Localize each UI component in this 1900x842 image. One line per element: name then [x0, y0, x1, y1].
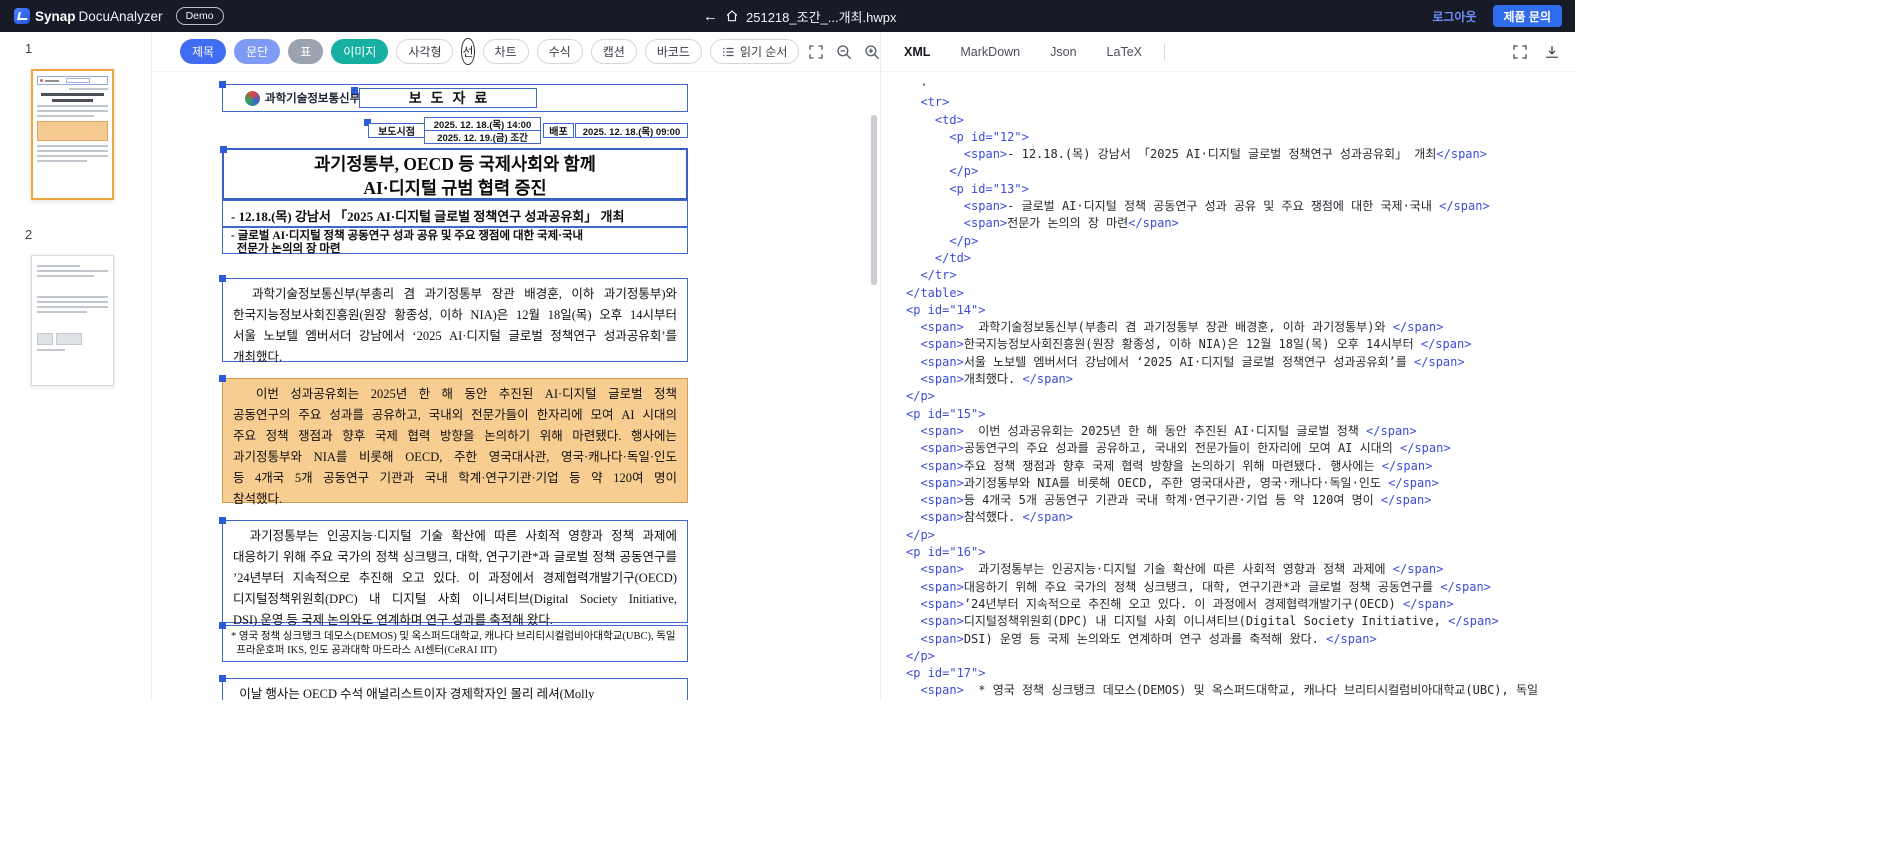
document-viewer: 과학기술정보통신부 보도자료 보도시점 2025. 12. 18.(목) 14:… [152, 72, 880, 700]
page-thumbnail-2[interactable] [31, 255, 114, 386]
output-tabbar: XML MarkDown Json LaTeX [881, 32, 1575, 72]
region-marker-icon [219, 675, 226, 682]
tag-button-reading-order[interactable]: 읽기 순서 [710, 39, 800, 64]
zoom-in-icon[interactable] [863, 43, 881, 61]
fullscreen-icon[interactable] [807, 43, 825, 61]
tag-button-caption[interactable]: 캡션 [591, 39, 637, 64]
highlighted-paragraph[interactable]: 이번 성과공유회는 2025년 한 해 동안 추진된 AI·디지털 글로벌 정책… [222, 378, 688, 503]
ministry-name: 과학기술정보통신부 [245, 90, 360, 106]
tag-button-image[interactable]: 이미지 [331, 39, 388, 64]
tab-xml[interactable]: XML [904, 45, 930, 59]
tab-divider [1164, 43, 1165, 61]
tab-markdown[interactable]: MarkDown [960, 45, 1020, 59]
document-panel: 제목 문단 표 이미지 사각형 선 차트 수식 캡션 바코드 읽기 순서 [152, 32, 880, 700]
tag-button-line[interactable]: 선 [461, 38, 474, 65]
download-icon[interactable] [1543, 43, 1561, 61]
paragraph-3[interactable]: 과기정통부는 인공지능·디지털 기술 확산에 따른 사회적 영향과 정책 과제에… [222, 520, 688, 623]
page-number: 1 [0, 41, 151, 56]
press-header-box[interactable]: 과학기술정보통신부 보도자료 [222, 84, 688, 112]
brand[interactable]: Synap DocuAnalyzer Demo [0, 7, 224, 25]
page-sidebar: 1 [0, 32, 152, 700]
output-controls [1511, 43, 1561, 61]
mini-logo-dot [40, 79, 43, 82]
tag-button-chart[interactable]: 차트 [483, 39, 529, 64]
page-item-2: 2 [0, 227, 151, 386]
bullet-1[interactable]: - 12.18.(목) 강남서 「2025 AI·디지털 글로벌 정책연구 성과… [222, 200, 688, 227]
footnote[interactable]: * 영국 정책 싱크탱크 데모스(DEMOS) 및 옥스퍼드대학교, 캐나다 브… [222, 625, 688, 662]
back-arrow-icon[interactable]: ← [703, 9, 718, 24]
app-window: Synap DocuAnalyzer Demo ← 251218_조간_...개… [0, 0, 1575, 700]
home-icon[interactable] [725, 9, 739, 23]
file-info: ← 251218_조간_...개최.hwpx [703, 0, 896, 32]
press-release-title-box[interactable]: 보도자료 [359, 88, 537, 108]
topbar: Synap DocuAnalyzer Demo ← 251218_조간_...개… [0, 0, 1575, 32]
tab-json[interactable]: Json [1050, 45, 1076, 59]
reading-order-label: 읽기 순서 [740, 43, 788, 60]
document-title: 과기정통부, OECD 등 국제사회와 함께AI·디지털 규범 협력 증진 [224, 152, 686, 200]
tag-button-title[interactable]: 제목 [180, 39, 226, 64]
zoom-out-icon[interactable] [835, 43, 853, 61]
thumbnail-mini-header [37, 76, 108, 85]
region-marker-icon [219, 622, 226, 629]
paragraph-1[interactable]: 과학기술정보통신부(부총리 겸 과기정통부 장관 배경훈, 이하 과기정통부)와… [222, 278, 688, 362]
tag-button-paragraph[interactable]: 문단 [234, 39, 280, 64]
tag-button-formula[interactable]: 수식 [537, 39, 583, 64]
main-area: 1 [0, 32, 1575, 700]
paragraph-4[interactable]: 이날 행사는 OECD 수석 애널리스트이자 경제학자인 몰리 레셔(Molly [222, 678, 688, 700]
xml-code[interactable]: · <tr> <td> <p id="12"> <span>- 12.18.(목… [881, 72, 1575, 700]
tag-button-rectangle[interactable]: 사각형 [396, 39, 453, 64]
topbar-right: 로그아웃 제품 문의 [1432, 5, 1575, 27]
mini-image-block [56, 333, 82, 345]
synap-logo-icon [14, 8, 30, 24]
page-thumbnail-1[interactable] [31, 69, 114, 200]
region-marker-icon [219, 275, 226, 282]
mini-image-block [37, 333, 53, 345]
ministry-logo-icon [245, 91, 260, 106]
reading-order-icon [722, 46, 735, 58]
brand-name-synap: Synap [35, 9, 76, 24]
page-number: 2 [0, 227, 151, 242]
region-marker-icon [220, 146, 227, 153]
document-filename: 251218_조간_...개최.hwpx [746, 7, 896, 26]
scrollbar-thumb[interactable] [871, 115, 877, 285]
page-item-1: 1 [0, 41, 151, 200]
demo-badge: Demo [176, 7, 224, 25]
product-inquiry-button[interactable]: 제품 문의 [1493, 5, 1563, 27]
annotation-toolbar: 제목 문단 표 이미지 사각형 선 차트 수식 캡션 바코드 읽기 순서 [152, 32, 880, 72]
mini-header-bar [45, 80, 59, 82]
tag-button-table[interactable]: 표 [288, 39, 323, 64]
region-marker-icon [351, 87, 358, 94]
vertical-scrollbar[interactable] [871, 82, 877, 692]
expand-icon[interactable] [1511, 43, 1529, 61]
distribute-label[interactable]: 배포 [543, 123, 574, 138]
brand-name-docuanalyzer: DocuAnalyzer [79, 9, 163, 24]
release-time-label[interactable]: 보도시점 [368, 123, 425, 138]
region-marker-icon [219, 81, 226, 88]
mini-highlight-block [37, 121, 108, 141]
mini-press-box [66, 78, 90, 83]
bullet-2[interactable]: - 글로벌 AI·디지털 정책 공동연구 성과 공유 및 주요 쟁점에 대한 국… [222, 227, 688, 254]
document-title-box[interactable]: 과기정통부, OECD 등 국제사회와 함께AI·디지털 규범 협력 증진 [222, 148, 688, 200]
region-marker-icon [219, 517, 226, 524]
release-time-value[interactable]: 2025. 12. 18.(목) 14:00 2025. 12. 19.(금) … [424, 117, 541, 144]
tab-latex[interactable]: LaTeX [1107, 45, 1142, 59]
logout-link[interactable]: 로그아웃 [1432, 8, 1476, 25]
output-panel: XML MarkDown Json LaTeX · <tr> <td> <p i… [880, 32, 1575, 700]
distribute-value[interactable]: 2025. 12. 18.(목) 09:00 [575, 123, 688, 138]
tag-button-barcode[interactable]: 바코드 [645, 39, 702, 64]
region-marker-icon [219, 375, 226, 382]
